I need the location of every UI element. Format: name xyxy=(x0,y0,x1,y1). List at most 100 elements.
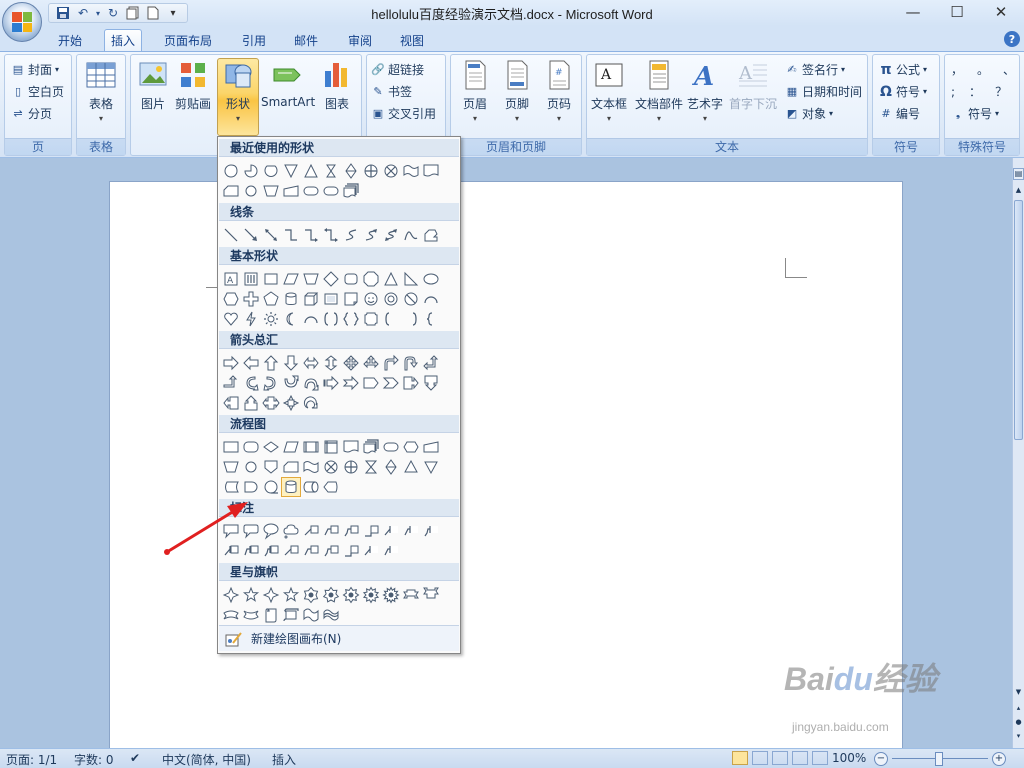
cLine1-shape-icon[interactable] xyxy=(301,521,321,541)
tri-shape-icon[interactable] xyxy=(301,161,321,181)
ellipse-shape-icon[interactable] xyxy=(421,269,441,289)
fManual-shape-icon[interactable] xyxy=(421,437,441,457)
office-button[interactable] xyxy=(2,2,42,42)
cBar1-shape-icon[interactable] xyxy=(381,521,401,541)
aCallU-shape-icon[interactable] xyxy=(241,393,261,413)
freeform-shape-icon[interactable] xyxy=(401,225,421,245)
dblArrow-shape-icon[interactable] xyxy=(261,225,281,245)
wave2-shape-icon[interactable] xyxy=(301,605,321,625)
cross-reference-button[interactable]: ▣ 交叉引用 xyxy=(371,105,436,122)
help-icon[interactable]: ? xyxy=(1004,31,1020,47)
aBent-shape-icon[interactable] xyxy=(381,353,401,373)
clipart-button[interactable]: 剪贴画 xyxy=(175,59,211,112)
page-count[interactable]: 页面: 1/1 xyxy=(6,751,57,768)
aPent-shape-icon[interactable] xyxy=(361,373,381,393)
web-layout-icon[interactable] xyxy=(772,751,788,765)
special-symbol-button[interactable]: ❟ 符号 ▾ xyxy=(951,105,999,122)
arc-shape-icon[interactable] xyxy=(421,289,441,309)
scrollH-shape-icon[interactable] xyxy=(281,605,301,625)
tear-shape-icon[interactable] xyxy=(221,161,241,181)
cLine4-shape-icon[interactable] xyxy=(341,541,361,561)
tri-shape-icon[interactable] xyxy=(381,269,401,289)
fSeq-shape-icon[interactable] xyxy=(261,477,281,497)
textbox-shape-icon[interactable]: A xyxy=(221,269,241,289)
footer-button[interactable]: 页脚 ▾ xyxy=(501,59,533,123)
vtext-shape-icon[interactable] xyxy=(241,269,261,289)
para-shape-icon[interactable] xyxy=(281,269,301,289)
rect-shape-icon[interactable] xyxy=(261,269,281,289)
fDecision-shape-icon[interactable] xyxy=(261,437,281,457)
period-symbol[interactable]: 。 xyxy=(977,61,989,78)
star-5-shape-icon[interactable] xyxy=(281,585,301,605)
fDoc-shape-icon[interactable] xyxy=(341,437,361,457)
chord-shape-icon[interactable] xyxy=(261,161,281,181)
fJunction-shape-icon[interactable] xyxy=(381,161,401,181)
curveDbl-shape-icon[interactable] xyxy=(381,225,401,245)
new-drawing-canvas-item[interactable]: 新建绘图画布(N) xyxy=(219,625,459,651)
moon-shape-icon[interactable] xyxy=(281,309,301,329)
next-page-icon[interactable]: ▾ xyxy=(1013,732,1024,742)
fSort-shape-icon[interactable] xyxy=(381,457,401,477)
starN-10-shape-icon[interactable] xyxy=(361,585,381,605)
zoom-slider-thumb[interactable] xyxy=(935,752,943,766)
tab-home[interactable]: 开始 xyxy=(52,29,88,51)
colon-symbol[interactable]: ： xyxy=(969,83,981,100)
arc-shape-icon[interactable] xyxy=(301,309,321,329)
aU-shape-icon[interactable] xyxy=(261,353,281,373)
aStripe-shape-icon[interactable] xyxy=(321,373,341,393)
symbol-button[interactable]: Ω 符号 ▾ xyxy=(879,83,927,100)
aCirc-shape-icon[interactable] xyxy=(301,393,321,413)
diamond-shape-icon[interactable] xyxy=(321,269,341,289)
hyperlink-button[interactable]: 🔗 超链接 xyxy=(371,61,424,78)
ribbonUp-shape-icon[interactable] xyxy=(401,585,421,605)
star-5-shape-icon[interactable] xyxy=(241,585,261,605)
previous-page-icon[interactable]: ▴ xyxy=(1013,704,1024,714)
tab-review[interactable]: 审阅 xyxy=(342,29,378,51)
aCallR-shape-icon[interactable] xyxy=(401,373,421,393)
scroll-up-icon[interactable]: ▲ xyxy=(1013,186,1024,196)
aCurvL-shape-icon[interactable] xyxy=(261,373,281,393)
scroll-thumb[interactable] xyxy=(1014,200,1023,440)
table-button[interactable]: 表格 ▾ xyxy=(85,59,117,123)
starN-12-shape-icon[interactable] xyxy=(381,585,401,605)
cLine1-shape-icon[interactable] xyxy=(281,541,301,561)
aCallL-shape-icon[interactable] xyxy=(221,393,241,413)
starN-6-shape-icon[interactable] xyxy=(301,585,321,605)
fDirect-shape-icon[interactable] xyxy=(301,477,321,497)
fManualOp-shape-icon[interactable] xyxy=(221,457,241,477)
dunhao-symbol[interactable]: 、 xyxy=(1003,61,1015,78)
can-shape-icon[interactable] xyxy=(281,289,301,309)
insert-mode[interactable]: 插入 xyxy=(272,751,296,768)
aL-shape-icon[interactable] xyxy=(241,353,261,373)
tab-page-layout[interactable]: 页面布局 xyxy=(158,29,218,51)
word-count[interactable]: 字数: 0 xyxy=(74,751,114,768)
fAlt-shape-icon[interactable] xyxy=(241,437,261,457)
quick-parts-button[interactable]: 文档部件 ▾ xyxy=(635,59,683,123)
semicolon-symbol[interactable]: ; xyxy=(951,85,955,99)
fMultiDoc-shape-icon[interactable] xyxy=(361,437,381,457)
aCallQuad-shape-icon[interactable] xyxy=(281,393,301,413)
fDoc-shape-icon[interactable] xyxy=(421,161,441,181)
aNotch-shape-icon[interactable] xyxy=(341,373,361,393)
elbow-shape-icon[interactable] xyxy=(281,225,301,245)
donut-shape-icon[interactable] xyxy=(381,289,401,309)
language-indicator[interactable]: 中文(简体, 中国) xyxy=(162,751,251,768)
curveArrow-shape-icon[interactable] xyxy=(361,225,381,245)
arrowLine-shape-icon[interactable] xyxy=(241,225,261,245)
aR-shape-icon[interactable] xyxy=(221,353,241,373)
cCloud-shape-icon[interactable] xyxy=(281,521,301,541)
aCurvD-shape-icon[interactable] xyxy=(301,373,321,393)
chart-button[interactable]: 图表 xyxy=(321,59,353,112)
cLine2-shape-icon[interactable] xyxy=(301,541,321,561)
fOr-shape-icon[interactable] xyxy=(361,161,381,181)
bracketL-shape-icon[interactable] xyxy=(381,309,401,329)
fOr-shape-icon[interactable] xyxy=(341,457,361,477)
rtri-shape-icon[interactable] xyxy=(401,269,421,289)
tab-references[interactable]: 引用 xyxy=(236,29,272,51)
cBar3-shape-icon[interactable] xyxy=(421,521,441,541)
cLine4-shape-icon[interactable] xyxy=(361,521,381,541)
fOffpage-shape-icon[interactable] xyxy=(261,457,281,477)
fPredef-shape-icon[interactable] xyxy=(301,437,321,457)
picture-button[interactable]: 图片 xyxy=(137,59,169,112)
question-symbol[interactable]: ？ xyxy=(995,83,1007,100)
